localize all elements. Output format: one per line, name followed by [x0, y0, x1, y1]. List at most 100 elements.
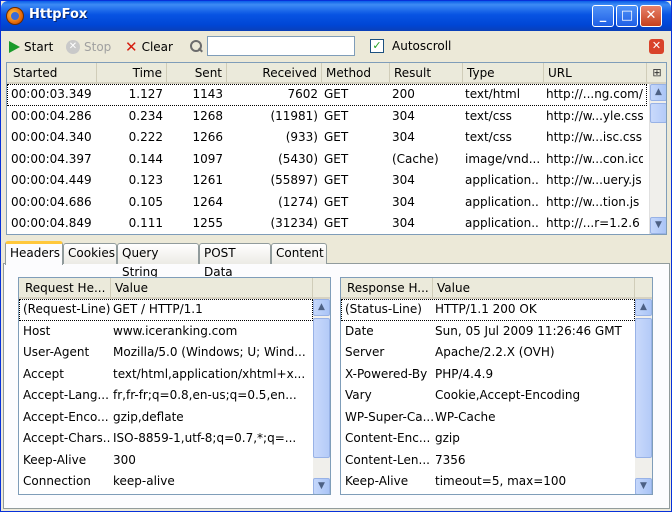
response-header-value: 7356 — [435, 452, 466, 467]
response-header-row[interactable]: Content-Enc... gzip — [341, 428, 635, 450]
request-header-row[interactable]: Host www.iceranking.com — [19, 321, 313, 343]
request-header-row[interactable]: User-Agent Mozilla/5.0 (Windows; U; Wind.… — [19, 342, 313, 364]
scroll-up-icon[interactable]: ▲ — [313, 299, 330, 316]
maximize-icon[interactable]: □ — [616, 5, 638, 27]
play-icon — [9, 41, 20, 53]
request-header-column-header-name[interactable]: Request He... — [21, 278, 111, 299]
cell-type: image/vnd... — [465, 151, 540, 166]
close-icon[interactable]: ✕ — [640, 5, 662, 27]
search-input[interactable] — [207, 36, 355, 56]
tab-headers[interactable]: Headers — [5, 241, 63, 265]
minimize-icon[interactable]: _ — [592, 5, 614, 27]
cell-time: 0.111 — [128, 216, 163, 230]
cell-result: 304 — [392, 216, 415, 230]
request-header-row[interactable]: Accept-Chars... ISO-8859-1,utf-8;q=0.7,*;… — [19, 428, 313, 450]
scroll-thumb[interactable] — [635, 318, 652, 458]
cell-received: (1274) — [278, 194, 318, 209]
cell-sent: 1266 — [192, 130, 223, 144]
cell-sent: 1097 — [192, 151, 223, 166]
column-picker-icon[interactable]: ⊞ — [649, 65, 665, 81]
request-headers-header: Request He... Value — [19, 278, 330, 299]
response-header-column-header-name[interactable]: Response H... — [343, 278, 433, 299]
column-header-received[interactable]: Received — [227, 63, 322, 84]
request-header-name: Accept-Chars... — [23, 431, 111, 445]
request-header-value: gzip,deflate — [113, 409, 184, 424]
request-header-row[interactable]: Keep-Alive 300 — [19, 450, 313, 472]
cell-received: (31234) — [270, 216, 318, 230]
scroll-thumb[interactable] — [313, 318, 330, 458]
httpfox-window: HttpFox _ □ ✕ Start ✕ Stop ✕ Clear ✓ Aut… — [0, 0, 672, 512]
cell-time: 0.123 — [128, 173, 163, 187]
request-header-row[interactable]: Connection keep-alive — [19, 471, 313, 493]
response-header-row[interactable]: WP-Super-Ca... WP-Cache — [341, 407, 635, 429]
cell-url: http://...ng.com/ — [546, 87, 643, 101]
column-header-started[interactable]: Started — [9, 63, 97, 84]
request-row[interactable]: 00:00:04.286 0.234 1268 (11981) GET 304 text/c… — [7, 106, 647, 128]
stop-button[interactable]: ✕ Stop — [66, 38, 111, 56]
request-headers-scrollbar[interactable]: ▲ ▼ — [313, 299, 330, 494]
column-header-sent[interactable]: Sent — [167, 63, 227, 84]
request-header-row[interactable]: Accept-Lang... fr,fr-fr;q=0.8,en-us;q=0.5… — [19, 385, 313, 407]
clear-button[interactable]: ✕ Clear — [125, 38, 173, 56]
tab-post-data[interactable]: POST Data — [199, 243, 271, 279]
scroll-down-icon[interactable]: ▼ — [313, 478, 330, 494]
column-header-time[interactable]: Time — [97, 63, 167, 84]
scroll-down-icon[interactable]: ▼ — [650, 217, 666, 234]
request-row[interactable]: 00:00:04.686 0.105 1264 (1274) GET 304 applica… — [7, 192, 647, 214]
clear-icon: ✕ — [125, 38, 138, 56]
cell-url: http://...r=1.2.6 — [546, 216, 640, 230]
cell-time: 0.105 — [128, 194, 163, 209]
response-header-column-header-value[interactable]: Value — [433, 278, 635, 299]
cell-method: GET — [324, 108, 349, 123]
request-header-value: GET / HTTP/1.1 — [113, 302, 203, 316]
scroll-down-icon[interactable]: ▼ — [635, 478, 652, 494]
response-header-value: timeout=5, max=100 — [435, 474, 567, 488]
tab-cookies[interactable]: Cookies — [63, 243, 117, 264]
panel-close-icon[interactable]: ✕ — [649, 39, 664, 54]
response-header-value: Apache/2.2.X (OVH) — [435, 345, 555, 359]
request-row[interactable]: 00:00:04.849 0.111 1255 (31234) GET 304 applic… — [7, 213, 647, 234]
request-header-row[interactable]: Accept-Enco... gzip,deflate — [19, 407, 313, 429]
request-list-scrollbar[interactable]: ▲ ▼ — [649, 84, 666, 234]
cell-started: 00:00:04.286 — [11, 108, 92, 123]
request-header-row[interactable]: Accept text/html,application/xhtml+x... — [19, 364, 313, 386]
request-row[interactable]: 00:00:03.349 1.127 1143 7602 GET 200 text/html… — [7, 84, 647, 106]
autoscroll-checkbox[interactable]: ✓ — [370, 39, 384, 53]
cell-time: 0.234 — [128, 108, 163, 123]
column-header-result[interactable]: Result — [390, 63, 463, 84]
column-header-url[interactable]: URL — [544, 63, 647, 84]
response-headers-scrollbar[interactable]: ▲ ▼ — [635, 299, 652, 494]
request-row[interactable]: 00:00:04.340 0.222 1266 (933) GET 304 text/css… — [7, 127, 647, 149]
cell-method: GET — [324, 151, 349, 166]
cell-sent: 1264 — [192, 194, 223, 209]
tab-query-string[interactable]: Query String — [117, 243, 199, 279]
response-header-row[interactable]: Server Apache/2.2.X (OVH) — [341, 342, 635, 364]
cell-sent: 1261 — [192, 173, 223, 187]
start-button[interactable]: Start — [9, 38, 53, 56]
response-header-row[interactable]: (Status-Line) HTTP/1.1 200 OK — [341, 299, 635, 321]
request-header-name: Host — [23, 323, 51, 338]
title-bar[interactable]: HttpFox _ □ ✕ — [1, 1, 671, 31]
tab-content[interactable]: Content — [271, 243, 327, 264]
scroll-up-icon[interactable]: ▲ — [650, 84, 666, 101]
scroll-up-icon[interactable]: ▲ — [635, 299, 652, 316]
response-header-name: X-Powered-By — [345, 366, 428, 381]
cell-result: (Cache) — [392, 151, 439, 166]
response-header-row[interactable]: Keep-Alive timeout=5, max=100 — [341, 471, 635, 493]
request-header-row[interactable]: (Request-Line) GET / HTTP/1.1 — [19, 299, 313, 321]
request-header-column-header-value[interactable]: Value — [111, 278, 313, 299]
request-row[interactable]: 00:00:04.449 0.123 1261 (55897) GET 304 applic… — [7, 170, 647, 192]
response-header-name: Vary — [345, 388, 372, 402]
response-header-row[interactable]: Content-Len... 7356 — [341, 450, 635, 472]
cell-time: 0.144 — [128, 151, 163, 166]
window-title: HttpFox — [29, 7, 88, 22]
response-header-row[interactable]: Vary Cookie,Accept-Encoding — [341, 385, 635, 407]
request-header-value: www.iceranking.com — [113, 323, 238, 338]
request-row[interactable]: 00:00:04.397 0.144 1097 (5430) GET (Cache) ima… — [7, 149, 647, 171]
column-header-method[interactable]: Method — [322, 63, 390, 84]
response-header-row[interactable]: Date Sun, 05 Jul 2009 11:26:46 GMT — [341, 321, 635, 343]
response-header-row[interactable]: X-Powered-By PHP/4.4.9 — [341, 364, 635, 386]
scroll-thumb[interactable] — [650, 103, 666, 123]
column-header-type[interactable]: Type — [463, 63, 544, 84]
autoscroll-label: Autoscroll — [392, 39, 452, 53]
